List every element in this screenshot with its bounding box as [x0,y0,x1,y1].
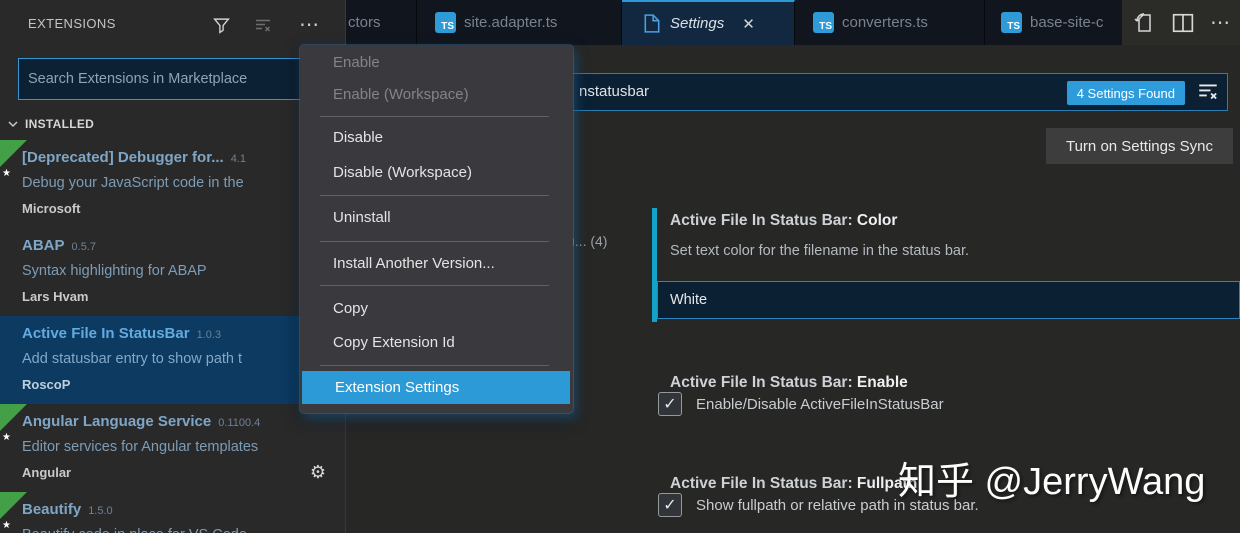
menu-item-enable: Enable [333,54,380,71]
extensions-sidebar: EXTENSIONS ⋯ INSTALLED ★ [Deprecated] De… [0,0,346,533]
menu-item-disable[interactable]: Disable [300,123,573,153]
extension-publisher: Angular [22,465,72,480]
extension-list-item-selected[interactable]: Active File In StatusBar 1.0.3 Add status… [0,316,345,404]
filter-icon[interactable] [208,13,234,37]
enable-checkbox[interactable]: ✓ [658,392,682,416]
settings-found-badge: 4 Settings Found [1066,81,1185,105]
clear-filters-icon[interactable] [1197,81,1219,101]
star-icon: ★ [2,432,11,443]
menu-item-copy[interactable]: Copy [300,294,573,324]
extension-publisher: Lars Hvam [22,289,89,304]
tab-base-site[interactable]: TS base-site-c [985,0,1122,45]
extension-description: Editor services for Angular templates [22,439,259,455]
extension-description: Debug your JavaScript code in the [22,175,244,191]
settings-file-icon [644,14,660,33]
typescript-file-icon: TS [1001,12,1022,33]
fullpath-checkbox[interactable]: ✓ [658,493,682,517]
menu-item-uninstall[interactable]: Uninstall [300,203,573,233]
gear-icon[interactable]: ⚙ [310,462,326,483]
open-preview-icon[interactable] [1134,11,1156,35]
typescript-file-icon: TS [813,12,834,33]
search-extensions-input[interactable] [18,58,301,100]
tab-label: Settings [670,15,725,32]
menu-item-enable-workspace: Enable (Workspace) [333,86,469,103]
star-icon: ★ [2,168,11,179]
more-actions-icon[interactable]: ⋯ [296,13,322,37]
tab-partial[interactable]: ctors [346,0,417,45]
chevron-down-icon [7,118,19,130]
star-icon: ★ [2,520,11,531]
tab-site-adapter[interactable]: TS site.adapter.ts [417,0,622,45]
extension-version: 0.1100.4 [218,417,261,429]
checkmark-icon: ✓ [663,497,677,514]
tab-converters[interactable]: TS converters.ts [795,0,985,45]
editor-actions: ⋯ [1122,0,1240,45]
extension-description: Add statusbar entry to show path t [22,351,243,367]
setting-title-color: Active File In Status Bar: Color [670,212,898,229]
menu-separator [320,195,549,196]
extension-name: [Deprecated] Debugger for... [22,149,224,166]
tab-label: site.adapter.ts [464,14,558,31]
extension-list-item[interactable]: ★ Angular Language Service 0.1100.4 Edito… [0,404,345,492]
menu-separator [320,365,549,366]
extension-publisher: Microsoft [22,201,81,216]
tab-settings[interactable]: Settings ✕ [622,0,795,45]
extension-version: 0.5.7 [71,241,96,253]
checkmark-icon: ✓ [663,396,677,413]
setting-title-fullpath: Active File In Status Bar: Fullpath [670,475,918,492]
menu-item-copy-extension-id[interactable]: Copy Extension Id [300,328,573,358]
editor-tab-bar: ctors TS site.adapter.ts Settings ✕ TS c… [346,0,1240,45]
extension-name: Beautify [22,501,82,518]
tab-label: converters.ts [842,14,928,31]
extension-name: Active File In StatusBar [22,325,190,342]
more-actions-icon[interactable]: ⋯ [1210,13,1230,33]
enable-checkbox-label: Enable/Disable ActiveFileInStatusBar [696,396,944,413]
menu-separator [320,116,549,117]
extension-list-item[interactable]: ABAP 0.5.7 Syntax highlighting for ABAP L… [0,228,345,316]
settings-toc-item[interactable]: u... (4) [567,233,607,249]
extension-publisher: RoscoP [22,377,71,392]
extension-context-menu: Enable Enable (Workspace) Disable Disabl… [300,45,573,413]
extension-version: 1.5.0 [88,505,113,517]
color-value-input[interactable] [657,281,1240,319]
clear-search-results-icon[interactable] [250,13,276,37]
tab-label: base-site-c [1030,14,1104,31]
setting-title-enable: Active File In Status Bar: Enable [670,374,908,391]
extension-list-item[interactable]: ★ [Deprecated] Debugger for... 4.1 Debug … [0,140,345,228]
installed-section-header[interactable]: INSTALLED [0,113,345,135]
watermark: 知乎 @JerryWang [898,461,1206,503]
split-editor-icon[interactable] [1172,13,1194,33]
extension-list-item[interactable]: ★ Beautify 1.5.0 Beautify code in place f… [0,492,345,533]
typescript-file-icon: TS [435,12,456,33]
extension-description: Beautify code in place for VS Code [22,527,247,533]
settings-search-text: nstatusbar [579,83,650,100]
extension-name: ABAP [22,237,65,254]
close-icon[interactable]: ✕ [742,15,755,33]
menu-item-disable-workspace[interactable]: Disable (Workspace) [300,158,573,188]
menu-separator [320,285,549,286]
setting-description: Set text color for the filename in the s… [670,243,970,259]
sidebar-title: EXTENSIONS [28,16,116,31]
extension-name: Angular Language Service [22,413,212,430]
extension-description: Syntax highlighting for ABAP [22,263,207,279]
tab-label: ctors [348,14,381,31]
extension-version: 1.0.3 [196,329,222,341]
extension-version: 4.1 [230,153,246,165]
menu-item-extension-settings[interactable]: Extension Settings [302,371,570,404]
installed-section-label: INSTALLED [25,117,95,131]
menu-separator [320,241,549,242]
turn-on-settings-sync-button[interactable]: Turn on Settings Sync [1046,128,1233,164]
menu-item-install-another-version[interactable]: Install Another Version... [300,249,573,279]
